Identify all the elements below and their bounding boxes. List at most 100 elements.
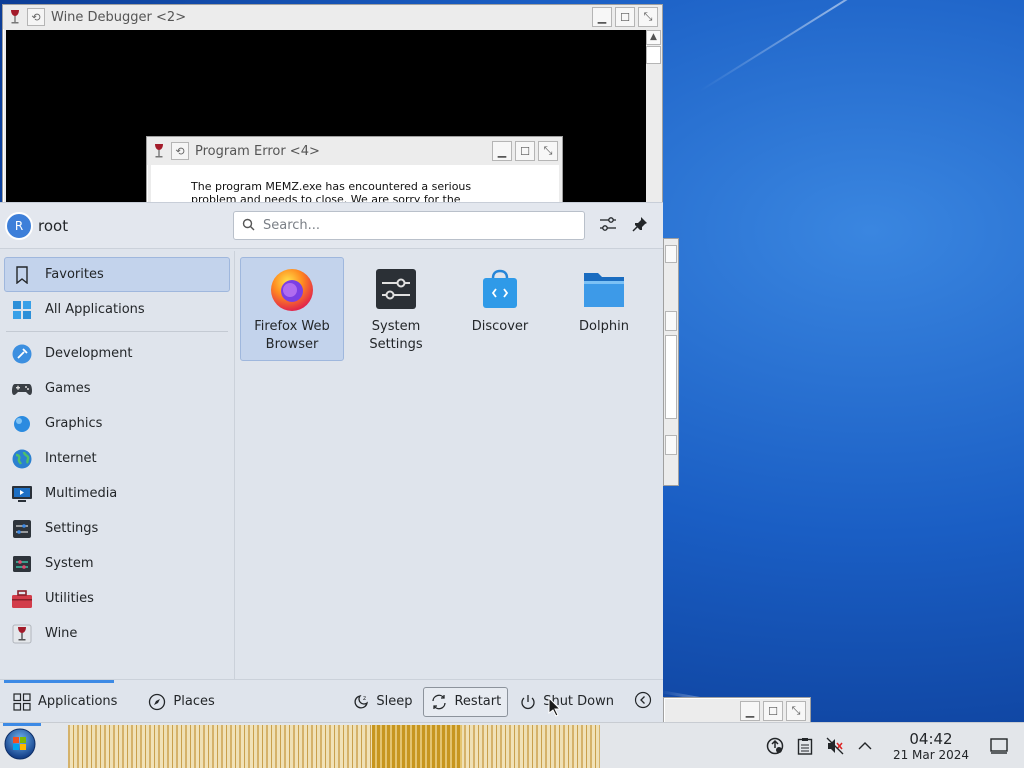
app-firefox[interactable]: Firefox Web Browser <box>240 257 344 361</box>
taskbar: 04:42 21 Mar 2024 <box>0 722 1024 768</box>
app-dolphin[interactable]: Dolphin <box>552 257 656 361</box>
tab-applications[interactable]: Applications <box>0 679 117 724</box>
start-button[interactable] <box>0 722 41 768</box>
configure-button[interactable] <box>595 213 621 239</box>
pin-icon <box>632 216 648 236</box>
chevron-up-icon[interactable] <box>854 735 876 757</box>
window-menu-button[interactable]: ⟲ <box>171 142 189 160</box>
system-settings-icon <box>373 266 419 312</box>
clock-date: 21 Mar 2024 <box>892 747 970 762</box>
category-settings[interactable]: Settings <box>4 511 230 546</box>
maximize-button[interactable]: ☐ <box>615 7 635 27</box>
grid-icon <box>11 299 33 321</box>
restart-button[interactable]: Restart <box>423 686 509 717</box>
category-system[interactable]: System <box>4 546 230 581</box>
category-graphics[interactable]: Graphics <box>4 406 230 441</box>
search-field[interactable] <box>233 211 585 240</box>
wine-debugger-titlebar[interactable]: ⟲ Wine Debugger <2> ▁ ☐ ⤡ <box>3 5 662 29</box>
scroll-thumb[interactable] <box>665 335 677 419</box>
volume-muted-icon[interactable] <box>824 735 846 757</box>
maximize-button[interactable]: ☐ <box>515 141 535 161</box>
clipboard-icon[interactable] <box>794 735 816 757</box>
category-wine[interactable]: Wine <box>4 616 230 651</box>
clock[interactable]: 04:42 21 Mar 2024 <box>886 729 976 762</box>
category-development[interactable]: Development <box>4 336 230 371</box>
launcher-footer: Applications Places z Sleep Restart Shut… <box>0 679 663 723</box>
clock-time: 04:42 <box>909 729 953 748</box>
gamepad-icon <box>11 378 33 400</box>
button-label: Restart <box>454 694 502 709</box>
program-error-titlebar[interactable]: ⟲ Program Error <4> ▁ ☐ ⤡ <box>147 137 562 165</box>
wine-glass-icon <box>151 143 167 159</box>
window-title: Wine Debugger <2> <box>51 9 187 25</box>
avatar[interactable]: R <box>5 211 33 240</box>
task-manager-area[interactable] <box>68 725 600 768</box>
multimedia-icon <box>11 483 33 505</box>
windows-logo-icon <box>4 728 36 764</box>
close-button[interactable]: ⤡ <box>786 701 806 721</box>
app-label: Settings <box>369 337 423 352</box>
background-window-fragment <box>663 238 679 486</box>
category-label: All Applications <box>45 302 145 317</box>
category-label: Graphics <box>45 416 103 431</box>
app-label: Discover <box>471 319 529 334</box>
launcher-header: R root <box>0 203 663 249</box>
window-control-button[interactable] <box>665 245 677 263</box>
category-games[interactable]: Games <box>4 371 230 406</box>
settings-icon <box>11 518 33 540</box>
close-button[interactable]: ⤡ <box>538 141 558 161</box>
chevron-left-icon <box>634 691 652 713</box>
bookmark-icon <box>11 264 33 286</box>
minimize-button[interactable]: ▁ <box>740 701 760 721</box>
updates-icon[interactable] <box>764 735 786 757</box>
category-label: Settings <box>45 521 99 536</box>
category-all-applications[interactable]: All Applications <box>4 292 230 327</box>
shutdown-button[interactable]: Shut Down <box>512 687 621 717</box>
sleep-button[interactable]: z Sleep <box>345 687 419 717</box>
error-message-area: The program MEMZ.exe has encountered a s… <box>151 165 559 206</box>
applications-grid-icon <box>12 692 32 712</box>
scroll-up-button[interactable]: ▲ <box>646 30 661 45</box>
tab-places[interactable]: Places <box>147 680 215 724</box>
window-control-button[interactable] <box>665 311 677 331</box>
globe-icon <box>11 448 33 470</box>
app-system-settings[interactable]: System Settings <box>344 257 448 361</box>
window-title: Program Error <4> <box>195 143 320 159</box>
window-control-button[interactable] <box>665 435 677 455</box>
category-internet[interactable]: Internet <box>4 441 230 476</box>
category-sidebar: Favorites All Applications Development G… <box>0 251 235 679</box>
username: root <box>38 216 69 235</box>
application-launcher: R root Favorites All Applications <box>0 202 663 722</box>
app-discover[interactable]: Discover <box>448 257 552 361</box>
hammer-icon <box>11 343 33 365</box>
window-menu-button[interactable]: ⟲ <box>27 8 45 26</box>
collapse-button[interactable] <box>627 687 659 717</box>
graphics-icon <box>11 413 33 435</box>
firefox-icon <box>269 266 315 312</box>
category-multimedia[interactable]: Multimedia <box>4 476 230 511</box>
discover-icon <box>477 266 523 312</box>
close-button[interactable]: ⤡ <box>638 7 658 27</box>
scroll-thumb[interactable] <box>646 46 661 64</box>
minimize-button[interactable]: ▁ <box>492 141 512 161</box>
search-input[interactable] <box>263 218 563 233</box>
pin-button[interactable] <box>627 213 653 239</box>
category-label: Multimedia <box>45 486 118 501</box>
category-label: Games <box>45 381 91 396</box>
minimize-button[interactable]: ▁ <box>592 7 612 27</box>
maximize-button[interactable]: ☐ <box>763 701 783 721</box>
task-item[interactable] <box>372 725 462 768</box>
sleep-icon: z <box>352 693 370 711</box>
category-utilities[interactable]: Utilities <box>4 581 230 616</box>
wine-glass-icon <box>7 9 23 25</box>
svg-text:z: z <box>363 695 366 702</box>
category-favorites[interactable]: Favorites <box>4 257 230 292</box>
category-label: Favorites <box>45 267 104 282</box>
vertical-scrollbar[interactable]: ▲ <box>646 30 661 202</box>
show-desktop-icon[interactable] <box>988 735 1010 757</box>
app-label: Dolphin <box>579 319 629 334</box>
program-error-window[interactable]: ⟲ Program Error <4> ▁ ☐ ⤡ The program ME… <box>146 136 563 206</box>
error-message-line: The program MEMZ.exe has encountered a s… <box>191 180 472 193</box>
favorites-grid: Firefox Web Browser System Settings Disc… <box>240 257 656 361</box>
background-window-titlebar[interactable]: ▁ ☐ ⤡ <box>663 697 811 723</box>
